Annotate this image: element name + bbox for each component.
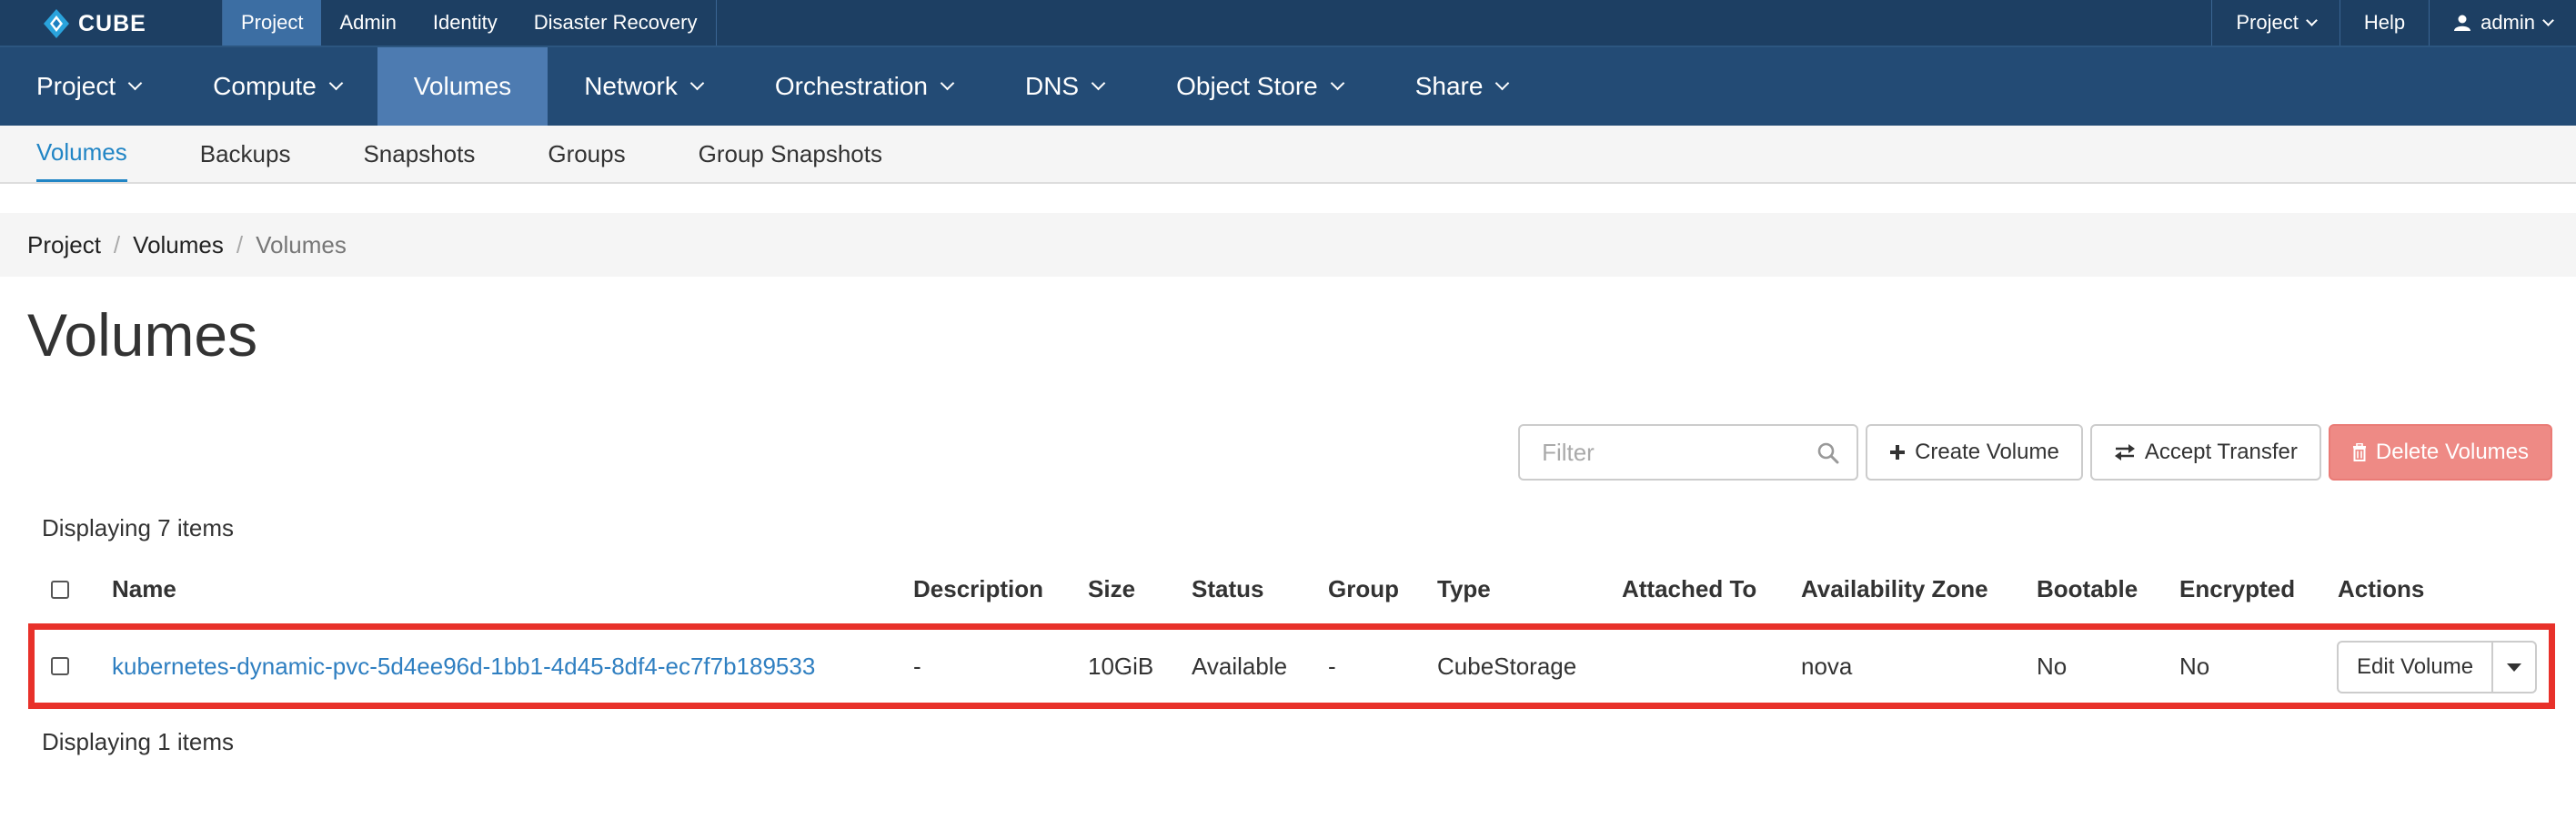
main-nav: Project Compute Volumes Network Orchestr… — [0, 47, 2576, 126]
chevron-down-icon — [940, 76, 955, 91]
select-all-checkbox[interactable] — [51, 581, 69, 599]
chevron-down-icon — [2305, 14, 2318, 26]
nav-network[interactable]: Network — [548, 47, 739, 126]
breadcrumb-project[interactable]: Project — [27, 231, 101, 259]
nav-share-label: Share — [1414, 72, 1484, 100]
column-header-group[interactable]: Group — [1328, 575, 1399, 603]
table-toolbar: Create Volume Accept Transfer Delete Vol… — [1518, 424, 2552, 481]
column-header-name[interactable]: Name — [112, 575, 176, 603]
item-count-top: Displaying 7 items — [42, 514, 234, 542]
column-header-bootable[interactable]: Bootable — [2037, 575, 2138, 603]
top-section-identity[interactable]: Identity — [415, 0, 516, 46]
sub-nav: Volumes Backups Snapshots Groups Group S… — [0, 126, 2576, 184]
volume-type: CubeStorage — [1437, 653, 1577, 680]
column-header-availability-zone[interactable]: Availability Zone — [1801, 575, 1988, 603]
help-link[interactable]: Help — [2339, 0, 2429, 46]
nav-orchestration-label: Orchestration — [774, 72, 928, 100]
help-label: Help — [2363, 11, 2406, 34]
item-count-bottom: Displaying 1 items — [42, 728, 234, 755]
nav-object-store[interactable]: Object Store — [1140, 47, 1379, 126]
nav-compute-label: Compute — [213, 72, 317, 100]
plus-icon — [1890, 445, 1906, 460]
breadcrumb-current: Volumes — [256, 230, 347, 258]
nav-network-label: Network — [584, 72, 678, 100]
column-header-status[interactable]: Status — [1192, 575, 1263, 603]
volume-description: - — [913, 653, 921, 680]
exchange-icon — [2114, 444, 2135, 461]
nav-share[interactable]: Share — [1379, 47, 1545, 126]
top-section-nav: Project Admin Identity Disaster Recovery — [222, 0, 717, 46]
breadcrumb-separator: / — [113, 230, 121, 258]
trash-icon — [2352, 443, 2366, 461]
caret-down-icon — [2507, 663, 2522, 672]
accept-transfer-button[interactable]: Accept Transfer — [2089, 424, 2321, 481]
nav-project[interactable]: Project — [0, 47, 176, 126]
volume-encrypted: No — [2179, 653, 2210, 680]
cube-logo-icon — [40, 7, 73, 40]
chevron-down-icon — [2542, 14, 2554, 26]
chevron-down-icon — [127, 76, 143, 91]
create-volume-button[interactable]: Create Volume — [1866, 424, 2083, 481]
chevron-down-icon — [1330, 76, 1345, 91]
breadcrumb: Project / Volumes / Volumes — [0, 213, 2576, 277]
nav-dns-label: DNS — [1024, 72, 1080, 100]
column-header-description[interactable]: Description — [913, 575, 1043, 603]
top-right-menu: Project Help admin — [2211, 0, 2576, 46]
column-header-encrypted[interactable]: Encrypted — [2179, 575, 2295, 603]
project-switcher-label: Project — [2236, 11, 2299, 34]
breadcrumb-separator: / — [236, 230, 244, 258]
accept-transfer-label: Accept Transfer — [2144, 440, 2298, 464]
nav-project-label: Project — [36, 72, 116, 100]
volume-size: 10GiB — [1088, 653, 1154, 680]
filter-box — [1518, 424, 1859, 481]
top-section-disaster-recovery[interactable]: Disaster Recovery — [516, 0, 716, 46]
volume-status: Available — [1192, 653, 1288, 680]
project-switcher[interactable]: Project — [2211, 0, 2339, 46]
user-menu[interactable]: admin — [2429, 0, 2576, 46]
top-bar: CUBE Project Admin Identity Disaster Rec… — [0, 0, 2576, 47]
table-header: Name Description Size Status Group Type … — [0, 564, 2576, 615]
chevron-down-icon — [689, 76, 705, 91]
nav-object-store-label: Object Store — [1176, 72, 1318, 100]
column-header-type[interactable]: Type — [1437, 575, 1491, 603]
row-actions: Edit Volume — [2337, 641, 2538, 693]
search-icon[interactable] — [1816, 441, 1840, 465]
tab-group-snapshots[interactable]: Group Snapshots — [699, 126, 882, 182]
nav-orchestration[interactable]: Orchestration — [739, 47, 989, 126]
column-header-attached-to[interactable]: Attached To — [1622, 575, 1756, 603]
volume-bootable: No — [2037, 653, 2068, 680]
create-volume-label: Create Volume — [1915, 440, 2059, 464]
chevron-down-icon — [1091, 76, 1106, 91]
chevron-down-icon — [1495, 76, 1510, 91]
row-actions-dropdown-toggle[interactable] — [2493, 641, 2538, 693]
brand-logo[interactable]: CUBE — [40, 5, 146, 42]
volume-group: - — [1328, 653, 1336, 680]
column-header-actions: Actions — [2338, 575, 2425, 602]
table-row: kubernetes-dynamic-pvc-5d4ee96d-1bb1-4d4… — [0, 630, 2576, 703]
tab-groups[interactable]: Groups — [548, 126, 625, 182]
edit-volume-button[interactable]: Edit Volume — [2337, 641, 2494, 693]
tab-backups[interactable]: Backups — [200, 126, 291, 182]
tab-volumes[interactable]: Volumes — [36, 126, 127, 182]
delete-volumes-button[interactable]: Delete Volumes — [2328, 424, 2552, 481]
filter-input[interactable] — [1520, 426, 1857, 479]
nav-compute[interactable]: Compute — [176, 47, 377, 126]
brand-name: CUBE — [78, 10, 146, 36]
top-section-project[interactable]: Project — [223, 0, 322, 46]
row-select-checkbox[interactable] — [51, 657, 69, 675]
tab-snapshots[interactable]: Snapshots — [363, 126, 475, 182]
delete-volumes-label: Delete Volumes — [2375, 440, 2529, 464]
chevron-down-icon — [328, 76, 344, 91]
page-title: Volumes — [27, 301, 258, 369]
user-icon — [2453, 14, 2471, 32]
nav-dns[interactable]: DNS — [989, 47, 1140, 126]
volume-name-link[interactable]: kubernetes-dynamic-pvc-5d4ee96d-1bb1-4d4… — [112, 653, 815, 681]
top-section-admin[interactable]: Admin — [321, 0, 414, 46]
user-label: admin — [2480, 11, 2535, 34]
volume-availability-zone: nova — [1801, 653, 1853, 680]
nav-volumes-label: Volumes — [413, 72, 512, 100]
column-header-size[interactable]: Size — [1088, 575, 1135, 603]
breadcrumb-volumes[interactable]: Volumes — [133, 231, 224, 259]
nav-volumes[interactable]: Volumes — [377, 47, 548, 126]
